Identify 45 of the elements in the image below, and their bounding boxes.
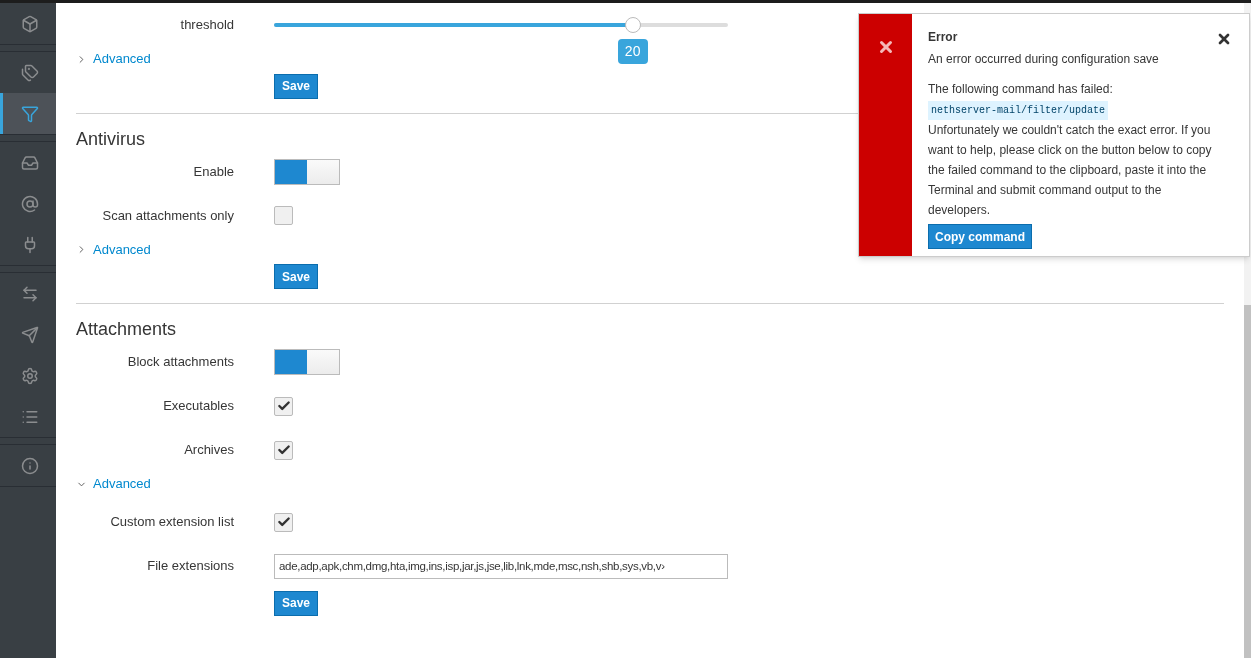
toggle-switch[interactable] <box>274 158 340 185</box>
field-label: Archives <box>183 441 234 460</box>
advanced-link[interactable]: Advanced <box>76 49 151 69</box>
check-icon <box>276 443 291 457</box>
notification-subtitle: An error occurred during configuration save <box>928 51 1160 68</box>
toggle-switch[interactable] <box>274 349 340 375</box>
save-button[interactable]: Save <box>274 73 319 99</box>
checkbox[interactable] <box>274 512 293 532</box>
advanced-link[interactable]: Advanced <box>76 239 151 260</box>
inbox-icon <box>20 153 39 172</box>
text-field[interactable]: ade,adp,apk,chm,dmg,hta,img,ins,isp,jar,js,jse,lib,lnk,mde,msc,nsh,shb,sys,vb,v› <box>274 553 728 579</box>
check-icon <box>276 399 291 413</box>
field-label: threshold <box>179 16 234 35</box>
checkbox[interactable] <box>274 206 293 225</box>
checkbox[interactable] <box>274 440 293 460</box>
field-label: Custom extension list <box>109 513 234 532</box>
filter-icon <box>20 104 39 123</box>
save-button[interactable]: Save <box>274 264 319 289</box>
copy-command-button[interactable]: Copy command <box>928 224 1032 249</box>
settings-icon <box>20 366 39 385</box>
slider-value-tooltip: 20 <box>617 39 648 64</box>
advanced-link[interactable]: Advanced <box>76 474 151 494</box>
check-icon <box>276 515 291 529</box>
paper-plane-icon <box>20 325 39 344</box>
field-label: Scan attachments only <box>101 206 234 225</box>
arrows-icon <box>20 284 39 303</box>
field-label: File extensions <box>146 557 234 576</box>
command-code: nethserver-mail/filter/update <box>928 101 1109 120</box>
checkbox[interactable] <box>274 396 293 416</box>
field-label: Executables <box>162 397 234 416</box>
info-icon <box>20 456 39 475</box>
close-icon[interactable] <box>1216 31 1232 47</box>
notification-title: Error <box>928 29 958 46</box>
at-sign-icon <box>20 194 39 213</box>
section-title: Antivirus <box>76 127 146 150</box>
notification-text: The following command has failed: <box>928 81 1114 98</box>
section-title: Attachments <box>76 318 177 340</box>
scrollbar-thumb[interactable] <box>1244 305 1251 658</box>
sidebar-item[interactable] <box>0 93 56 134</box>
field-label: Block attachments <box>126 353 234 372</box>
save-button[interactable]: Save <box>274 590 319 616</box>
notification-text: Unfortunately we couldn't catch the exact error. If you want to help, please click on the button below to copy the failed command to the clipboard, paste it into the Terminal and submit command output to the developers. <box>928 122 1213 219</box>
tags-icon <box>20 63 39 82</box>
field-label: Enable <box>192 162 234 181</box>
cube-icon <box>20 14 39 33</box>
